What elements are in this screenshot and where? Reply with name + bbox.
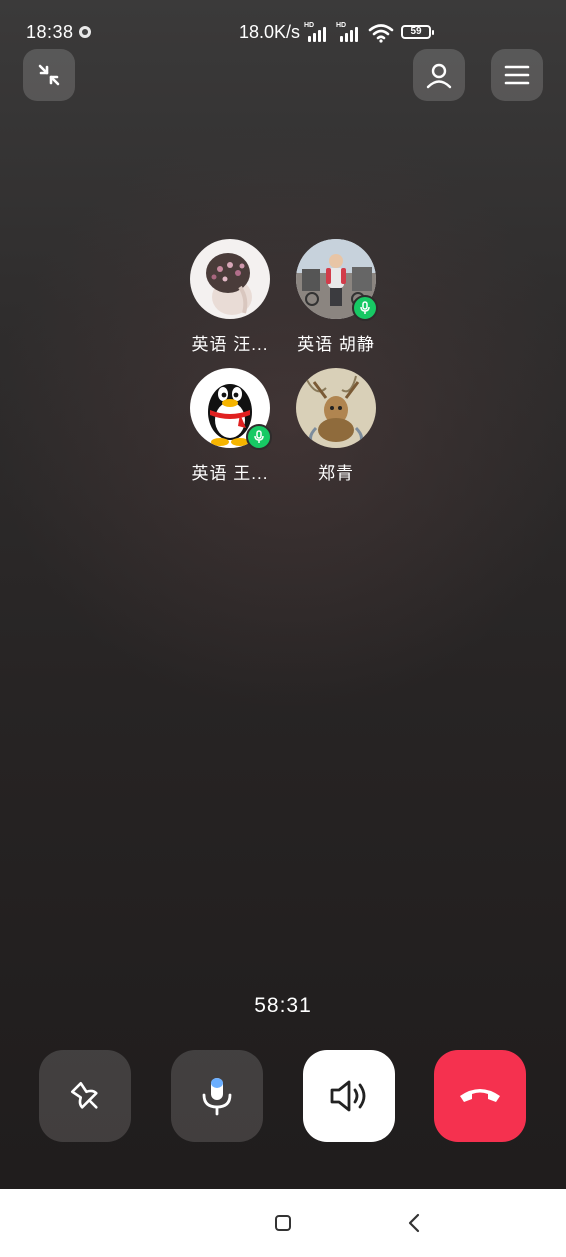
- minimize-arrows-icon: [38, 64, 60, 86]
- participant-3[interactable]: 英语 王...: [175, 368, 285, 484]
- network-speed: 18.0K/s: [239, 22, 301, 42]
- chevron-left-icon: [408, 1213, 420, 1233]
- participant-4[interactable]: 郑青: [281, 368, 391, 484]
- add-member-button[interactable]: [413, 49, 465, 101]
- hang-up-icon: [460, 1089, 500, 1102]
- home-button[interactable]: [265, 1205, 301, 1241]
- call-duration: 58:31: [254, 994, 312, 1017]
- pin-icon: [70, 1081, 98, 1109]
- back-button[interactable]: [396, 1205, 432, 1241]
- participant-2[interactable]: 英语 胡静: [281, 239, 391, 355]
- speaker-button[interactable]: [303, 1050, 395, 1142]
- avatar: [296, 239, 378, 321]
- participant-name: 英语 汪...: [191, 335, 269, 354]
- hamburger-menu-icon: [504, 65, 530, 85]
- participant-photo: [190, 239, 270, 319]
- speaker-icon: [330, 1080, 366, 1112]
- microphone-icon: [202, 1078, 232, 1116]
- participant-name: 郑青: [318, 464, 354, 483]
- square-home-icon: [275, 1215, 291, 1231]
- avatar: [190, 239, 270, 319]
- status-time: 18:38: [26, 22, 74, 42]
- microphone-button[interactable]: [171, 1050, 263, 1142]
- status-bar: 18:38 18.0K/s HD HD 59: [0, 0, 566, 64]
- signal-2-icon: HD: [336, 22, 362, 42]
- wifi-icon: [368, 24, 394, 43]
- person-icon: [426, 63, 452, 89]
- menu-button[interactable]: [491, 49, 543, 101]
- avatar: [190, 368, 272, 450]
- speaking-indicator: [246, 424, 272, 450]
- pin-button[interactable]: [39, 1050, 131, 1142]
- system-navigation-bar: [0, 1189, 566, 1257]
- minimize-call-button[interactable]: [23, 49, 75, 101]
- avatar: [296, 368, 376, 448]
- battery-indicator: 59: [401, 25, 434, 39]
- participant-name: 英语 王...: [191, 464, 269, 483]
- app-notification-icon: [79, 26, 91, 38]
- mic-badge-icon: [360, 301, 370, 314]
- voice-call-screen: 18:38 18.0K/s HD HD 59 英语 汪... 英语 胡静 英语 …: [0, 0, 566, 1257]
- speaking-indicator: [352, 295, 378, 321]
- hang-up-button[interactable]: [434, 1050, 526, 1142]
- participant-photo: [296, 368, 376, 448]
- signal-1-icon: HD: [304, 22, 330, 42]
- participant-1[interactable]: 英语 汪...: [175, 239, 285, 355]
- mic-badge-icon: [254, 430, 264, 443]
- participant-name: 英语 胡静: [297, 335, 375, 354]
